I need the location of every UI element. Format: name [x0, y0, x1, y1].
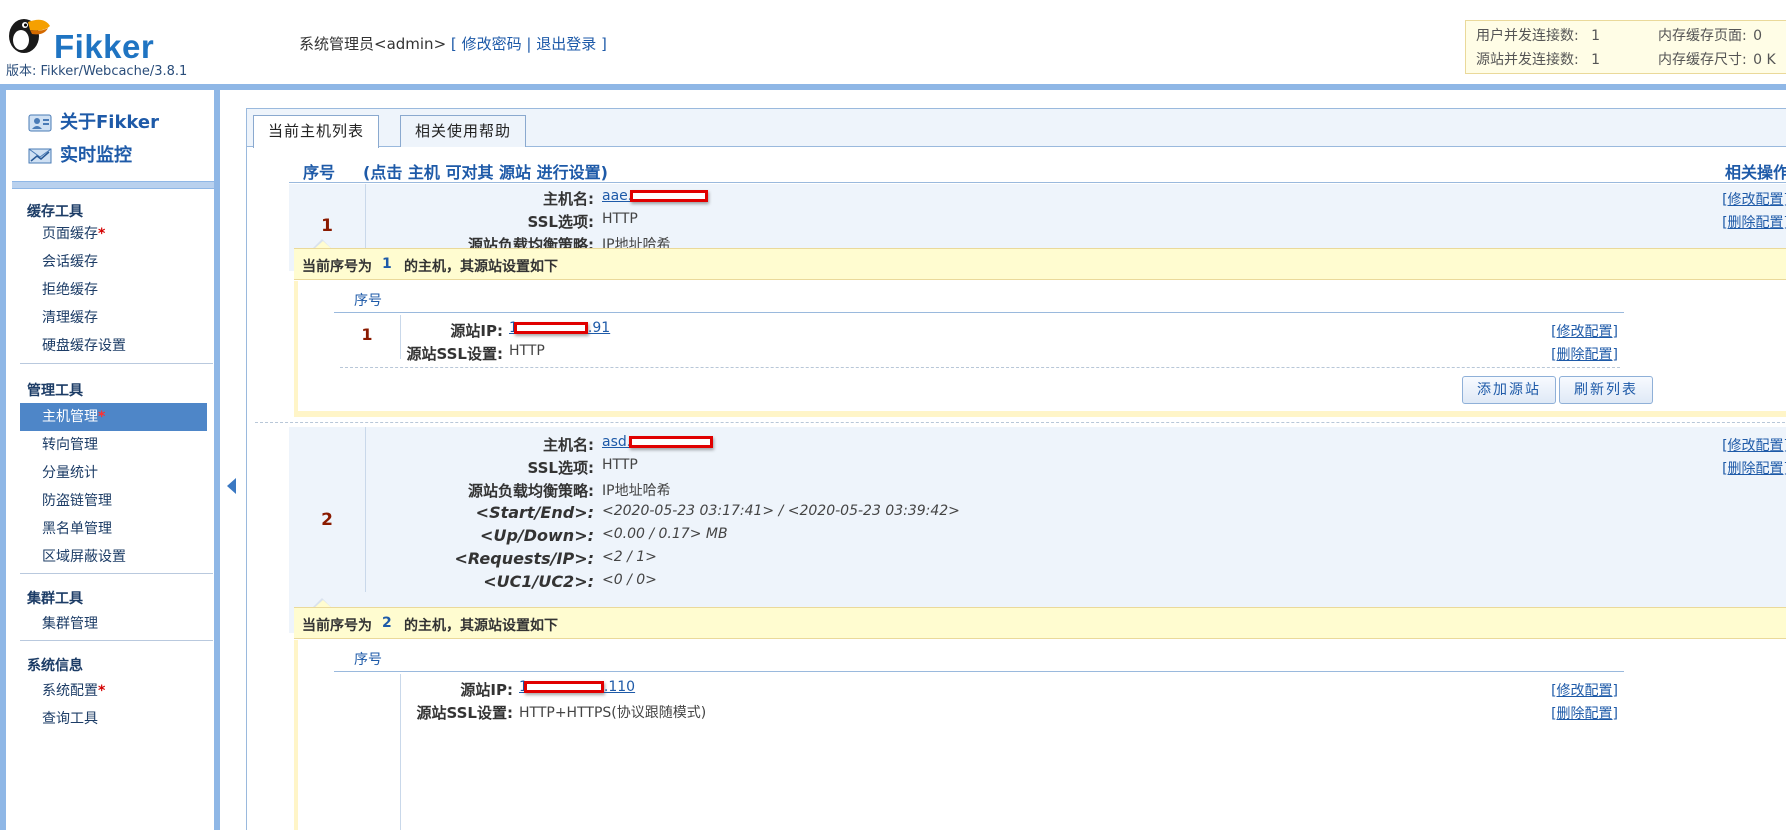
origin-ip-row: 源站IP: 1.110	[460, 679, 636, 699]
sidebar-item-cluster-management[interactable]: 集群管理	[20, 610, 207, 638]
required-star: *	[98, 409, 106, 425]
group-cache-tools: 缓存工具	[27, 204, 83, 220]
about-fikker-link[interactable]: 关于Fikker	[28, 108, 159, 134]
origin-edit-link[interactable]: [修改配置]	[1551, 321, 1618, 341]
origin-ip-link[interactable]: 1.91	[509, 320, 610, 336]
origin-delete-link[interactable]: [删除配置]	[1551, 703, 1618, 723]
origin-ip-row: 源站IP: 1.91	[450, 320, 611, 340]
row-divider	[400, 674, 401, 830]
sidebar-item-hotlink-protection[interactable]: 防盗链管理	[20, 487, 207, 515]
dashed-divider	[340, 367, 1620, 368]
sidebar-item-disk-cache-settings[interactable]: 硬盘缓存设置	[20, 332, 207, 360]
redaction-box	[513, 322, 588, 334]
host-list-header: 序号 (点击 主机 可对其 源站 进行设置) 相关操作	[289, 157, 1786, 183]
mem-pages-stat: 内存缓存页面: 0	[1658, 28, 1763, 44]
column-hint: (点击 主机 可对其 源站 进行设置)	[363, 163, 608, 182]
sidebar-divider	[12, 181, 214, 189]
header-divider-bar	[0, 84, 1786, 90]
envelope-chart-icon	[28, 148, 52, 164]
app-header: Fikker 版本: Fikker/Webcache/3.8.1 系统管理员<a…	[0, 0, 1786, 84]
origin-panel: 序号 源站IP: 1.110 源站SSL设置: HTTP+HTTPS(协议跟随模…	[294, 640, 1786, 830]
group-system-info: 系统信息	[27, 658, 83, 674]
sidebar-item-clear-cache[interactable]: 清理缓存	[20, 304, 207, 332]
column-seq: 序号	[303, 163, 336, 182]
column-actions: 相关操作	[1724, 163, 1786, 182]
host-delete-link[interactable]: [删除配置]	[1722, 458, 1786, 478]
sidebar-item-blacklist[interactable]: 黑名单管理	[20, 515, 207, 543]
origin-list-header: 序号	[334, 644, 1624, 672]
sidebar-group-divider	[20, 363, 213, 364]
origin-edit-link[interactable]: [修改配置]	[1551, 680, 1618, 700]
origin-ssl-row: 源站SSL设置: HTTP+HTTPS(协议跟随模式)	[416, 704, 707, 722]
sidebar-item-traffic-stats[interactable]: 分量统计	[20, 459, 207, 487]
link-separator: |	[526, 35, 532, 53]
sidebar-item-host-management[interactable]: 主机管理*	[20, 403, 207, 431]
required-star: *	[98, 226, 106, 242]
user-line: 系统管理员<admin> [ 修改密码 | 退出登录 ]	[299, 33, 607, 54]
host-delete-link[interactable]: [删除配置]	[1722, 212, 1786, 232]
host-edit-link[interactable]: [修改配置]	[1722, 189, 1786, 209]
add-origin-button[interactable]: 添加源站	[1462, 376, 1556, 404]
origin-notice-bar: 当前序号为 1 的主机，其源站设置如下	[294, 248, 1786, 280]
mem-size-stat: 内存缓存尺寸: 0 K	[1658, 52, 1776, 68]
logo: Fikker	[4, 10, 194, 65]
toucan-logo-icon	[9, 19, 50, 53]
change-password-link[interactable]: 修改密码	[462, 35, 522, 53]
origin-delete-link[interactable]: [删除配置]	[1551, 344, 1618, 364]
host-uc-row: <UC1/UC2>: <0 / 0>	[483, 572, 657, 591]
origin-ip-link[interactable]: 1.110	[519, 679, 635, 695]
redaction-box	[630, 190, 709, 202]
origin-seq-number: 1	[361, 325, 373, 344]
sidebar-item-page-cache[interactable]: 页面缓存*	[20, 220, 207, 248]
sidebar-group-divider	[20, 573, 213, 574]
group-manage-tools: 管理工具	[27, 383, 83, 399]
sidebar-collapse-strip[interactable]	[226, 90, 246, 830]
logout-link[interactable]: 退出登录	[536, 35, 596, 53]
origin-panel: 序号 1 源站IP: 1.91 源站SSL设置: HTTP [修改配置] [删除…	[294, 281, 1786, 411]
triangle-left-icon[interactable]	[227, 478, 236, 494]
sidebar-item-system-config[interactable]: 系统配置*	[20, 677, 207, 705]
sidebar-item-reject-cache[interactable]: 拒绝缓存	[20, 276, 207, 304]
redaction-box	[629, 436, 714, 448]
bracket-close: ]	[601, 35, 607, 53]
origin-notice-bar: 当前序号为 2 的主机，其源站设置如下	[294, 607, 1786, 639]
version-text: 版本: Fikker/Webcache/3.8.1	[6, 64, 188, 79]
sidebar-item-session-cache[interactable]: 会话缓存	[20, 248, 207, 276]
row-divider	[365, 427, 366, 592]
group-cluster-tools: 集群工具	[27, 591, 83, 607]
user-conn-stat: 用户并发连接数: 1	[1476, 28, 1601, 44]
main-content: 当前主机列表 相关使用帮助 序号 (点击 主机 可对其 源站 进行设置) 相关操…	[246, 108, 1786, 830]
origin-ssl-row: 源站SSL设置: HTTP	[406, 343, 545, 363]
current-user: 系统管理员<admin>	[299, 35, 447, 53]
info-card-icon	[28, 114, 52, 132]
tab-bar: 当前主机列表 相关使用帮助	[247, 109, 1786, 148]
origin-list-header: 序号	[334, 285, 1624, 313]
tab-help[interactable]: 相关使用帮助	[400, 115, 527, 147]
connection-stats-box: 用户并发连接数: 1 源站并发连接数: 1 内存缓存页面: 0 内存缓存尺寸: …	[1465, 20, 1786, 74]
sidebar-group-divider	[20, 640, 213, 641]
sidebar: 关于Fikker 实时监控 缓存工具 页面缓存* 会话缓存 拒绝缓存 清理缓存 …	[0, 90, 220, 830]
host-separator	[255, 422, 1785, 423]
bracket-open: [	[450, 35, 457, 53]
host-seq-number: 1	[321, 216, 333, 236]
sidebar-item-query-tools[interactable]: 查询工具	[20, 705, 207, 733]
refresh-list-button[interactable]: 刷新列表	[1559, 376, 1653, 404]
host-edit-link[interactable]: [修改配置]	[1722, 435, 1786, 455]
origin-panel-bottom	[294, 411, 1786, 417]
host-name-link[interactable]: aae.	[602, 188, 709, 204]
row-divider	[400, 315, 401, 359]
tab-current-hosts[interactable]: 当前主机列表	[253, 115, 380, 148]
host-seq-number: 2	[321, 510, 333, 530]
required-star: *	[98, 683, 106, 699]
host-name-link[interactable]: asd.	[602, 434, 714, 450]
sidebar-item-redirect-management[interactable]: 转向管理	[20, 431, 207, 459]
redaction-box	[523, 681, 604, 693]
realtime-monitor-link[interactable]: 实时监控	[28, 141, 132, 167]
origin-conn-stat: 源站并发连接数: 1	[1476, 52, 1601, 68]
host-row: 2 主机名: asd. SSL选项: HTTP 源站负载均衡策略: IP地址哈希…	[289, 427, 1786, 633]
sidebar-item-region-block[interactable]: 区域屏蔽设置	[20, 543, 207, 571]
